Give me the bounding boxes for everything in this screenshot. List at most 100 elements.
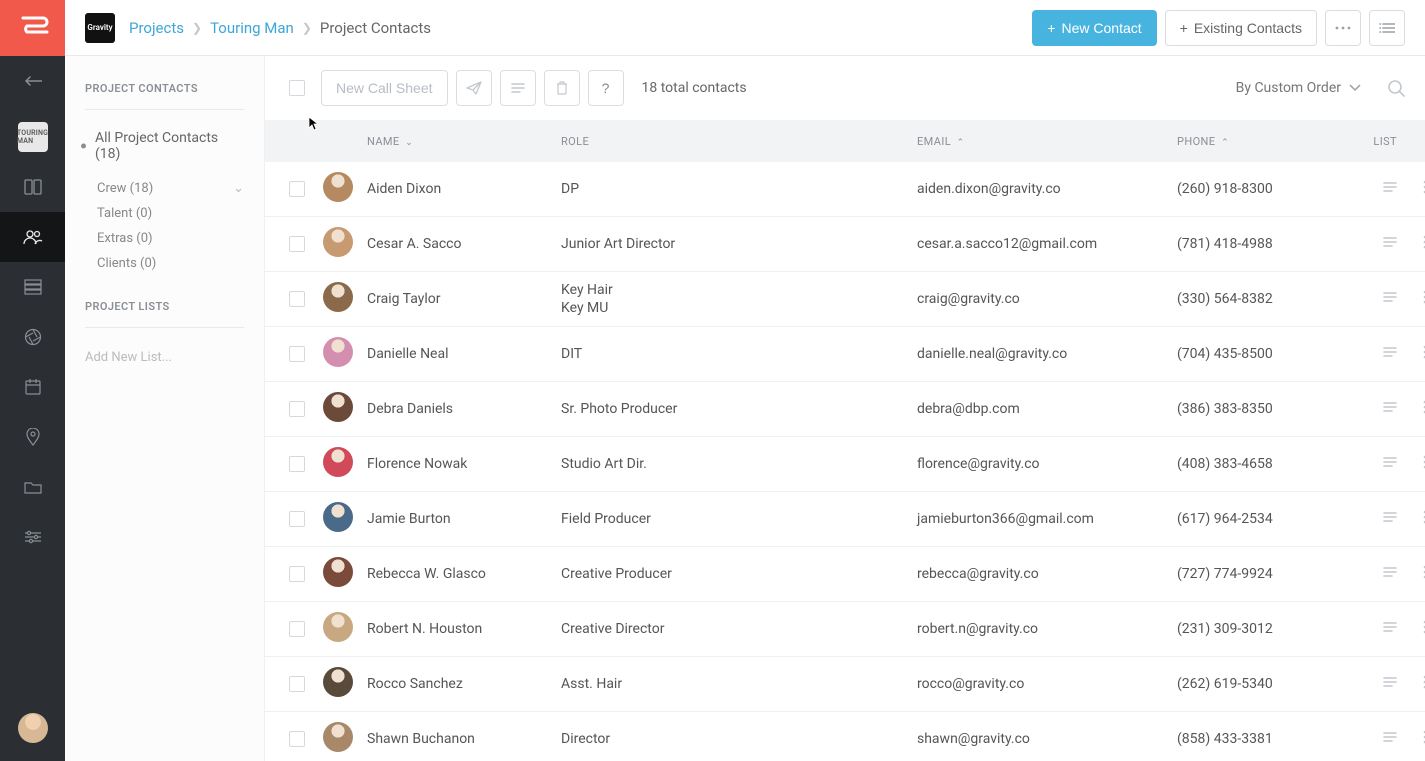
- avatar: [323, 557, 353, 587]
- rail-item-4[interactable]: [0, 312, 65, 362]
- col-name[interactable]: NAME ⌄: [367, 135, 413, 148]
- more-options-button[interactable]: [1325, 10, 1361, 46]
- assign-list-icon[interactable]: [1383, 401, 1397, 413]
- send-button[interactable]: [456, 70, 492, 106]
- rail-item-8[interactable]: [0, 512, 65, 562]
- panel-lists-heading: PROJECT LISTS: [85, 300, 244, 313]
- list-add-icon: [511, 82, 525, 94]
- contact-name: Shawn Buchanon: [367, 731, 475, 747]
- row-checkbox[interactable]: [289, 346, 305, 362]
- chevron-down-icon: ⌄: [233, 181, 244, 196]
- contact-role: Field Producer: [561, 511, 651, 527]
- contact-name: Craig Taylor: [367, 291, 441, 307]
- contact-email: robert.n@gravity.co: [917, 621, 1038, 637]
- calendar-icon: [24, 378, 42, 396]
- rows-icon: [24, 279, 42, 295]
- table-row[interactable]: Danielle NealDITdanielle.neal@gravity.co…: [265, 327, 1425, 382]
- row-checkbox[interactable]: [289, 291, 305, 307]
- contact-name: Danielle Neal: [367, 346, 449, 362]
- contact-phone: (262) 619-5340: [1177, 676, 1273, 692]
- row-checkbox[interactable]: [289, 511, 305, 527]
- brand-logo[interactable]: [0, 0, 65, 56]
- search-button[interactable]: [1387, 79, 1405, 97]
- panel-all-contacts[interactable]: All Project Contacts (18): [85, 124, 244, 168]
- table-row[interactable]: Shawn BuchanonDirectorshawn@gravity.co(8…: [265, 712, 1425, 761]
- plus-icon: +: [1180, 20, 1188, 36]
- row-checkbox[interactable]: [289, 731, 305, 747]
- delete-button[interactable]: [544, 70, 580, 106]
- rail-item-3[interactable]: [0, 262, 65, 312]
- rail-contacts[interactable]: [0, 212, 65, 262]
- crumb-project[interactable]: Touring Man: [210, 19, 294, 37]
- sidebar-group[interactable]: Crew (18)⌄: [97, 176, 244, 201]
- table-row[interactable]: Jamie BurtonField Producerjamieburton366…: [265, 492, 1425, 547]
- table-row[interactable]: Florence NowakStudio Art Dir.florence@gr…: [265, 437, 1425, 492]
- rail-item-5[interactable]: [0, 362, 65, 412]
- contact-role: Creative Director: [561, 621, 664, 637]
- table-row[interactable]: Debra DanielsSr. Photo Producerdebra@dbp…: [265, 382, 1425, 437]
- project-badge-label: TOURING MAN: [18, 122, 48, 152]
- help-button[interactable]: ?: [588, 70, 624, 106]
- new-call-sheet-button[interactable]: New Call Sheet: [321, 70, 448, 106]
- assign-list-icon[interactable]: [1383, 731, 1397, 743]
- sidebar-group[interactable]: Talent (0): [97, 201, 244, 226]
- rail-item-6[interactable]: [0, 412, 65, 462]
- rail-item-7[interactable]: [0, 462, 65, 512]
- assign-list-icon[interactable]: [1383, 511, 1397, 523]
- user-avatar[interactable]: [18, 713, 48, 743]
- assign-list-icon[interactable]: [1383, 621, 1397, 633]
- contact-email: rocco@gravity.co: [917, 676, 1024, 692]
- table-row[interactable]: Aiden DixonDPaiden.dixon@gravity.co(260)…: [265, 162, 1425, 217]
- table-row[interactable]: Rocco SanchezAsst. Hairrocco@gravity.co(…: [265, 657, 1425, 712]
- assign-list-icon[interactable]: [1383, 236, 1397, 248]
- assign-list-icon[interactable]: [1383, 291, 1397, 303]
- row-checkbox[interactable]: [289, 236, 305, 252]
- select-all-checkbox[interactable]: [289, 80, 305, 96]
- contact-name: Cesar A. Sacco: [367, 236, 461, 252]
- row-checkbox[interactable]: [289, 621, 305, 637]
- contact-name: Robert N. Houston: [367, 621, 482, 637]
- contact-phone: (231) 309-3012: [1177, 621, 1273, 637]
- col-list: LIST: [1373, 135, 1397, 148]
- crumb-projects[interactable]: Projects: [129, 19, 184, 37]
- add-new-list[interactable]: Add New List...: [85, 342, 244, 373]
- table-row[interactable]: Craig TaylorKey HairKey MUcraig@gravity.…: [265, 272, 1425, 327]
- row-checkbox[interactable]: [289, 456, 305, 472]
- table-row[interactable]: Cesar A. SaccoJunior Art Directorcesar.a…: [265, 217, 1425, 272]
- sort-desc-icon: ⌄: [403, 138, 414, 148]
- folder-icon: [24, 480, 42, 494]
- list-lines-icon: [1379, 22, 1395, 34]
- rail-item-1[interactable]: [0, 162, 65, 212]
- org-badge[interactable]: Gravity: [85, 13, 115, 43]
- sidebar-group[interactable]: Extras (0): [97, 226, 244, 251]
- sidebar-group[interactable]: Clients (0): [97, 251, 244, 276]
- assign-list-icon[interactable]: [1383, 181, 1397, 193]
- row-checkbox[interactable]: [289, 401, 305, 417]
- row-checkbox[interactable]: [289, 181, 305, 197]
- col-phone[interactable]: PHONE ⌃: [1177, 135, 1229, 148]
- assign-list-icon[interactable]: [1383, 676, 1397, 688]
- assign-list-icon[interactable]: [1383, 346, 1397, 358]
- contact-name: Rocco Sanchez: [367, 676, 463, 692]
- col-role[interactable]: ROLE: [561, 135, 589, 148]
- assign-list-button[interactable]: [500, 70, 536, 106]
- table-row[interactable]: Rebecca W. GlascoCreative Producerrebecc…: [265, 547, 1425, 602]
- rail-project-badge[interactable]: TOURING MAN: [0, 112, 65, 162]
- pin-icon: [26, 428, 40, 446]
- contact-phone: (260) 918-8300: [1177, 181, 1273, 197]
- table-row[interactable]: Robert N. Houston Creative Director robert…: [265, 602, 1425, 657]
- row-checkbox[interactable]: [289, 676, 305, 692]
- contact-phone: (617) 964-2534: [1177, 511, 1273, 527]
- assign-list-icon[interactable]: [1383, 566, 1397, 578]
- col-email[interactable]: EMAIL ⌃: [917, 135, 965, 148]
- contact-role: DIT: [561, 346, 582, 362]
- assign-list-icon[interactable]: [1383, 456, 1397, 468]
- avatar: [323, 392, 353, 422]
- rail-back[interactable]: [0, 56, 65, 106]
- row-checkbox[interactable]: [289, 566, 305, 582]
- new-contact-button[interactable]: + New Contact: [1032, 10, 1156, 46]
- list-view-button[interactable]: [1369, 10, 1405, 46]
- existing-contacts-button[interactable]: + Existing Contacts: [1165, 10, 1317, 46]
- sort-dropdown[interactable]: By Custom Order: [1236, 80, 1361, 96]
- plus-icon: +: [1047, 20, 1055, 36]
